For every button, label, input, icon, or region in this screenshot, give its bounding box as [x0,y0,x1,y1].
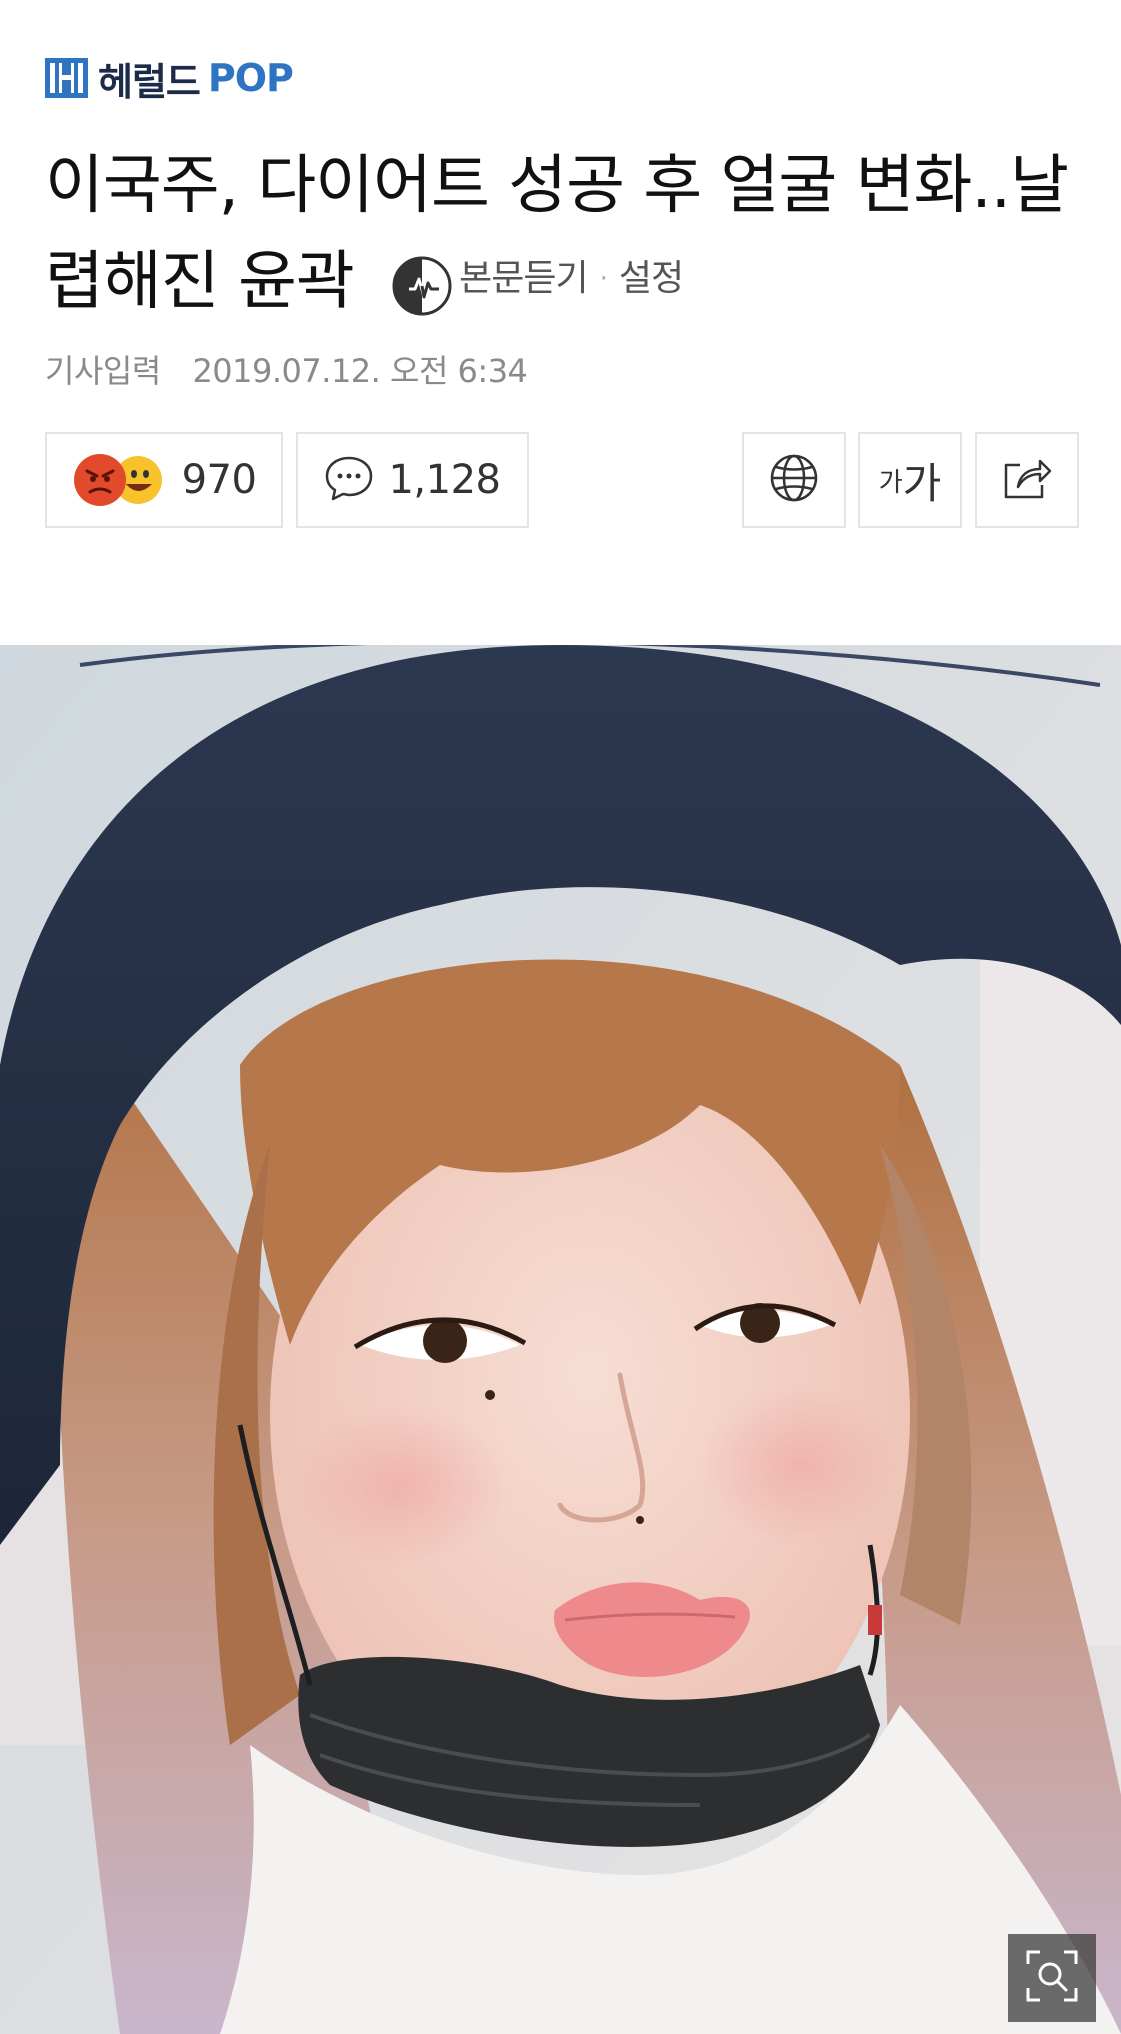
speech-bubble-icon [324,454,374,506]
share-icon [1000,453,1054,507]
font-size-large-glyph: 가 [902,458,942,508]
zoom-icon [1024,1948,1080,2008]
article-dateline: 기사입력 2019.07.12. 오전 6:34 [45,346,528,392]
settings-button[interactable]: 설정 [619,231,684,327]
brand-pop: POP [207,56,294,100]
listen-controls: 본문듣기 · 설정 [391,231,684,327]
date-label: 기사입력 [45,352,161,390]
font-size-button[interactable]: 가 가 [858,432,962,528]
article-photo[interactable] [0,645,1121,2034]
brand-logo[interactable]: 헤럴드 POP [45,54,294,104]
reaction-emoji-icon [72,452,168,508]
separator-dot: · [599,264,608,295]
article-header: 헤럴드 POP 이국주, 다이어트 성공 후 얼굴 변화..날렵해진 윤곽 본문… [0,0,1121,645]
share-button[interactable] [975,432,1079,528]
zoom-button[interactable] [1008,1934,1096,2022]
translate-button[interactable] [742,432,846,528]
globe-icon [768,452,820,508]
brand-logo-mark-icon [45,58,88,98]
brand-name: 헤럴드 [98,59,201,104]
comment-button[interactable]: 1,128 [296,432,529,528]
font-size-small-glyph: 가 [878,467,903,498]
article-headline: 이국주, 다이어트 성공 후 얼굴 변화..날렵해진 윤곽 본문듣기 · 설정 [45,138,1085,333]
listen-button[interactable]: 본문듣기 [459,231,588,327]
reaction-button[interactable]: 970 [45,432,283,528]
comment-count: 1,128 [388,457,501,503]
audio-play-icon[interactable] [391,248,453,316]
reaction-count: 970 [181,457,257,503]
date-value: 2019.07.12. 오전 6:34 [192,352,528,390]
